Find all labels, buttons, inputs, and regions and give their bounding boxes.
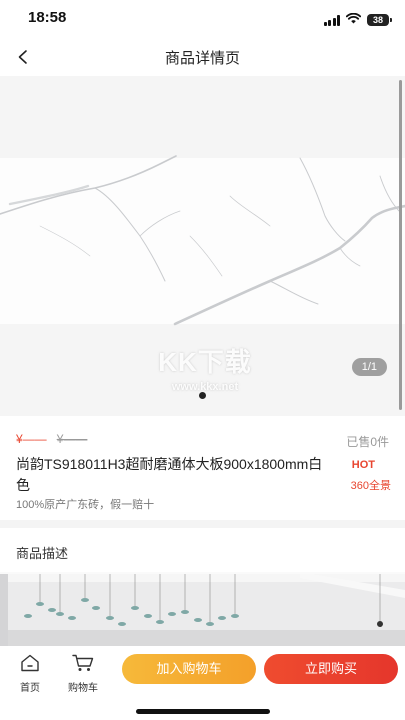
pagination-dot[interactable] [199, 392, 206, 399]
product-name: 尚韵TS918011H3超耐磨通体大板900x1800mm白色 [16, 456, 323, 493]
description-header: 商品描述 [0, 528, 405, 572]
status-bar: 18:58 38 [0, 0, 405, 38]
price-row: ¥—— ¥—— [16, 432, 87, 446]
shopping-cart-icon [72, 654, 94, 671]
description-title: 商品描述 [16, 546, 69, 561]
tab-home[interactable]: 首页 [10, 654, 50, 694]
nav-bar: 商品详情页 [0, 38, 405, 76]
home-indicator[interactable] [136, 709, 270, 714]
page-title: 商品详情页 [164, 50, 240, 67]
buy-now-button[interactable]: 立即购买 [264, 654, 398, 684]
hot-icon: HOT [351, 459, 375, 471]
tab-cart[interactable]: 购物车 [63, 654, 103, 694]
home-icon [21, 654, 39, 672]
status-time: 18:58 [28, 9, 67, 26]
tab-cart-label: 购物车 [68, 683, 98, 694]
image-page-counter: 1/1 [351, 358, 387, 376]
original-price: ¥—— [56, 432, 88, 446]
watermark: KK下载 www.kkx.net [140, 342, 270, 393]
watermark-logo: KK下载 [158, 347, 252, 377]
watermark-url: www.kkx.net [171, 381, 239, 393]
interior-photo [0, 572, 405, 646]
signal-icon [323, 14, 340, 26]
add-to-cart-button[interactable]: 加入购物车 [122, 654, 256, 684]
battery-icon: 38 [367, 14, 392, 26]
tab-home-label: 首页 [20, 683, 40, 694]
product-promise: 100%原产广东砖，假一赔十 [16, 499, 155, 511]
description-image [0, 572, 405, 646]
wifi-icon [345, 11, 362, 29]
sold-count: 已售0件 [346, 435, 389, 449]
product-image-gallery[interactable]: KK下载 www.kkx.net 1/1 [0, 76, 405, 416]
price: ¥—— [16, 432, 47, 446]
panorama-360-link[interactable]: 360全景 [351, 477, 391, 493]
section-divider [0, 520, 405, 528]
status-icons: 38 [323, 11, 392, 29]
bottom-action-bar: 首页 购物车 加入购物车 立即购买 [0, 646, 405, 720]
scrollbar[interactable] [399, 80, 402, 410]
product-info: ¥—— ¥—— 已售0件 尚韵TS918011H3超耐磨通体大板900x1800… [0, 416, 405, 520]
